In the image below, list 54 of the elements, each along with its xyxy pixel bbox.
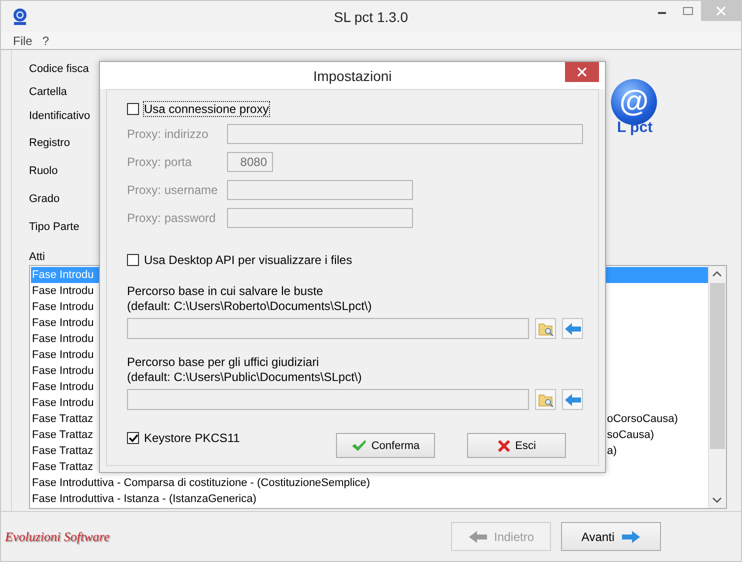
checkbox-label[interactable]: Usa connessione proxy [144,102,269,116]
check-icon [351,439,368,452]
path-hint: (default: C:\Users\Roberto\Documents\SLpct\) [127,299,373,314]
checkbox[interactable] [127,102,139,114]
arrow-left-icon [564,392,582,406]
window-title: SL pct 1.3.0 [334,8,408,24]
confirm-button[interactable]: Conferma [336,433,435,458]
scrollbar-thumb[interactable] [710,283,725,449]
input-field[interactable] [227,124,583,144]
menu-item[interactable]: File [13,34,32,48]
browse-button[interactable] [535,318,556,339]
cross-icon [497,438,512,452]
field-label: Proxy: password [127,211,217,225]
checkmark-icon [128,434,138,442]
browse-button[interactable] [535,389,556,410]
field-label: Cartella [29,84,68,100]
input-field[interactable] [227,180,413,200]
exit-button[interactable]: Esci [467,433,566,458]
checkbox[interactable] [127,254,139,266]
arrow-right-icon [620,530,641,544]
path-field[interactable] [127,318,529,339]
field-label: Ruolo [29,164,59,179]
list-label: Atti [29,251,45,263]
close-icon[interactable] [565,62,599,82]
arrow-left-icon [468,530,488,544]
folder-search-icon [538,322,554,336]
path-label: Percorso base per gli uffici giudiziari [127,355,320,370]
path-label: Percorso base in cui salvare le buste [127,284,324,299]
field-label: Identificativo [29,109,92,124]
list-item[interactable]: Fase Introduttiva - Comparsa di costituzione - (CostituzioneSemplice) [31,475,708,491]
path-field[interactable] [127,389,529,410]
path-hint: (default: C:\Users\Public\Documents\SLpct\) [127,370,363,385]
field-label: Proxy: username [127,183,219,197]
checkbox-label[interactable]: Usa Desktop API per visualizzare i files [144,252,352,266]
field-label: Tipo Parte [29,220,80,235]
field-label: Registro [29,136,71,151]
menu-item[interactable]: ? [42,34,50,48]
checkbox[interactable] [127,432,139,444]
field-label: Proxy: indirizzo [127,127,210,141]
field-label: Grado [29,192,61,207]
next-button[interactable]: Avanti [561,522,661,551]
input-field[interactable] [227,208,413,228]
brand-logo: Evoluzioni Software [5,528,110,544]
reset-button[interactable] [562,389,583,410]
folder-search-icon [538,392,554,406]
reset-button[interactable] [562,318,583,339]
list-item[interactable]: Fase Introduttiva - Istanza - (IstanzaGenerica) [31,491,708,507]
arrow-left-icon [564,322,582,336]
field-label: Codice fisca [29,62,90,76]
field-label: Proxy: porta [127,155,193,169]
dialog-title: Impostazioni [313,68,392,84]
app-icon [12,8,28,26]
checkbox-label[interactable]: Keystore PKCS11 [144,430,240,444]
scrollbar[interactable] [708,266,726,508]
